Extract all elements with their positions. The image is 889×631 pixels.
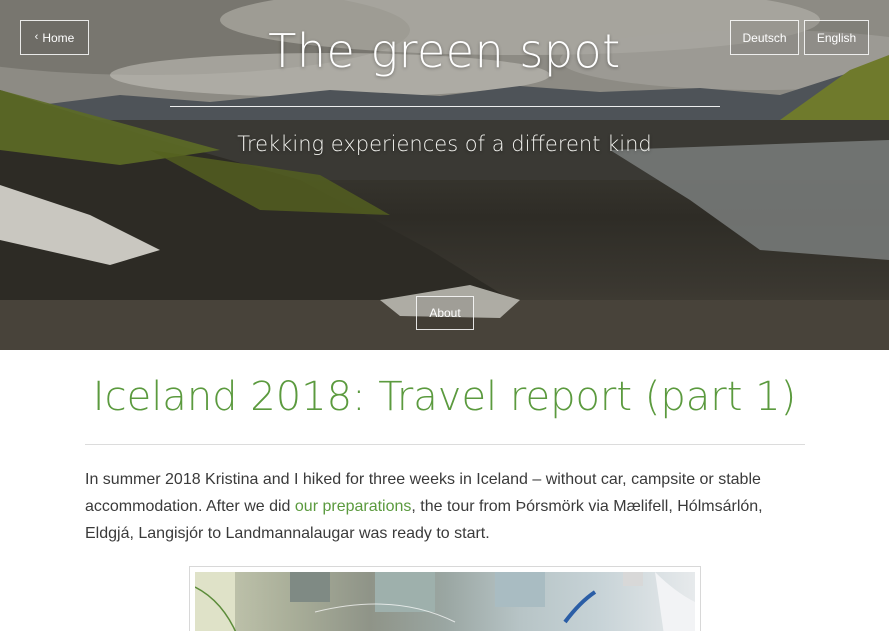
map-glacier: [655, 572, 695, 631]
post-title: Iceland 2018: Travel report (part 1): [92, 374, 797, 420]
river: [610, 140, 889, 260]
route-map-figure: [189, 566, 701, 631]
map-lake: [563, 590, 597, 624]
about-button[interactable]: About: [416, 296, 474, 330]
map-tile: [290, 572, 330, 602]
site-title: The green spot: [268, 24, 621, 78]
post-title-divider: [85, 444, 805, 445]
map-tile: [623, 572, 643, 586]
title-divider: [170, 106, 720, 107]
post-intro-paragraph: In summer 2018 Kristina and I hiked for …: [85, 466, 805, 547]
about-button-label: About: [429, 306, 461, 320]
site-subtitle: Trekking experiences of a different kind: [237, 132, 652, 156]
route-map-image[interactable]: [195, 572, 695, 631]
map-tile: [495, 572, 545, 607]
hero-banner: ‹ Home Deutsch English The green spot Tr…: [0, 0, 889, 350]
map-overlay: [195, 572, 695, 631]
preparations-link[interactable]: our preparations: [295, 498, 412, 515]
